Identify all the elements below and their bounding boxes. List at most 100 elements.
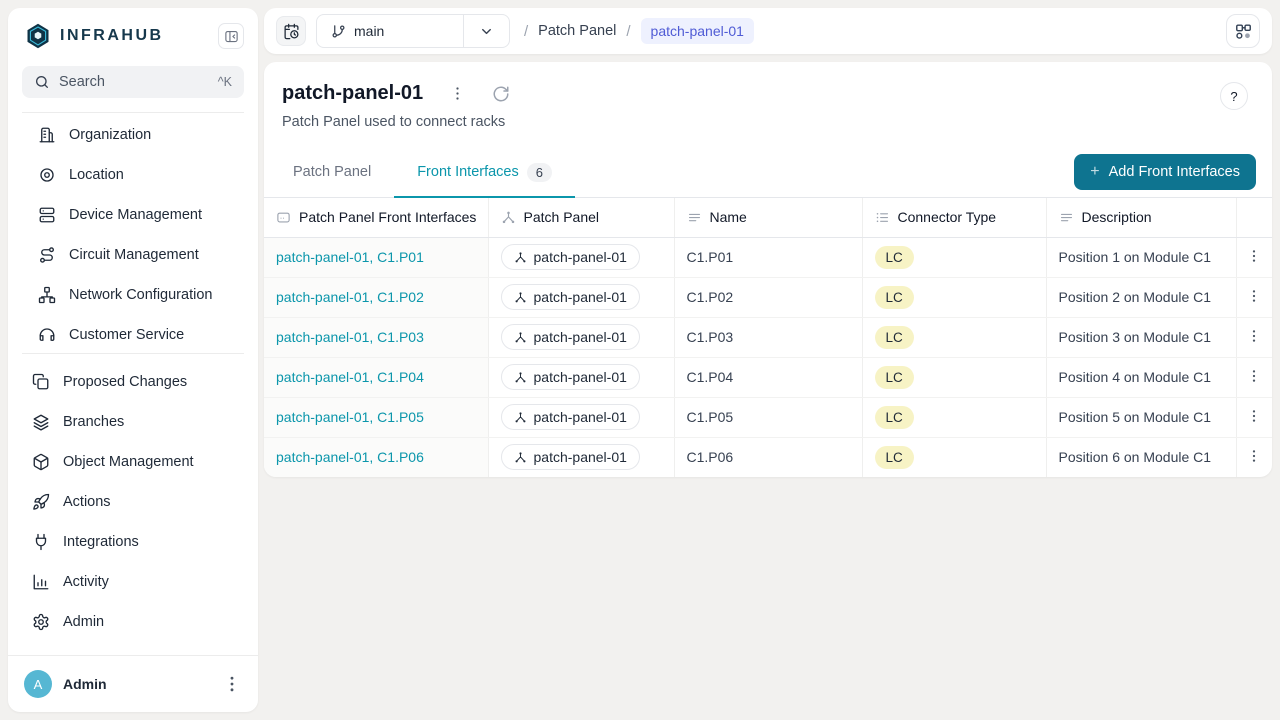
sidebar-item-proposed-changes[interactable]: Proposed Changes — [8, 362, 258, 402]
breadcrumb-section[interactable]: Patch Panel — [538, 23, 616, 39]
sidebar-item-organization[interactable]: Organization — [8, 115, 258, 155]
row-actions-button[interactable] — [1246, 368, 1262, 384]
spacer — [8, 642, 258, 655]
cell-description: Position 3 on Module C1 — [1046, 317, 1236, 357]
cell-connector-type: LC — [862, 397, 1046, 437]
branch-caret — [463, 15, 509, 47]
row-actions-button[interactable] — [1246, 408, 1262, 424]
building-icon — [38, 126, 56, 144]
cell-actions — [1236, 437, 1272, 477]
hierarchy-icon — [514, 251, 527, 264]
cell-display: patch-panel-01, C1.P02 — [264, 277, 488, 317]
connector-type-badge: LC — [875, 326, 914, 349]
patch-panel-chip[interactable]: patch-panel-01 — [501, 364, 640, 390]
sidebar-item-label: Actions — [63, 494, 111, 510]
sidebar-item-object-management[interactable]: Object Management — [8, 442, 258, 482]
sidebar-item-label: Branches — [63, 414, 124, 430]
cell-name: C1.P02 — [674, 277, 862, 317]
sidebar-item-label: Customer Service — [69, 327, 184, 343]
column-label: Description — [1082, 209, 1152, 225]
sidebar-item-label: Circuit Management — [69, 247, 199, 263]
cell-actions — [1236, 357, 1272, 397]
text-icon — [1059, 210, 1074, 225]
sidebar-item-integrations[interactable]: Integrations — [8, 522, 258, 562]
search-input[interactable]: Search ^K — [22, 66, 244, 98]
sidebar: INFRAHUB Search ^K OrganizationLocationD… — [8, 8, 258, 712]
help-button[interactable]: ? — [1220, 82, 1248, 110]
object-header: patch-panel-01 Patch Panel used to conne… — [264, 62, 1272, 148]
row-actions-button[interactable] — [1246, 288, 1262, 304]
sidebar-item-customer-service[interactable]: Customer Service — [8, 315, 258, 353]
sidebar-item-network-configuration[interactable]: Network Configuration — [8, 275, 258, 315]
cell-actions — [1236, 397, 1272, 437]
user-actions-button[interactable] — [222, 674, 242, 694]
sidebar-item-location[interactable]: Location — [8, 155, 258, 195]
patch-panel-chip[interactable]: patch-panel-01 — [501, 404, 640, 430]
cell-name: C1.P06 — [674, 437, 862, 477]
table-row: patch-panel-01, C1.P06 patch-panel-01 C1.P… — [264, 437, 1272, 477]
sidebar-collapse-button[interactable] — [218, 23, 244, 49]
title-actions-button[interactable] — [449, 85, 466, 102]
hierarchy-icon — [514, 291, 527, 304]
patch-panel-chip[interactable]: patch-panel-01 — [501, 324, 640, 350]
refresh-button[interactable] — [492, 85, 510, 103]
sidebar-item-activity[interactable]: Activity — [8, 562, 258, 602]
branch-selector[interactable]: main — [316, 14, 510, 48]
tab-patch-panel[interactable]: Patch Panel — [270, 148, 394, 198]
sidebar-item-label: Location — [69, 167, 124, 183]
hierarchy-icon — [514, 451, 527, 464]
schema-visualizer-button[interactable] — [1226, 14, 1260, 48]
column-header-patch-panel: Patch Panel — [488, 198, 674, 237]
sidebar-item-branches[interactable]: Branches — [8, 402, 258, 442]
cell-patch-panel: patch-panel-01 — [488, 277, 674, 317]
patch-panel-chip[interactable]: patch-panel-01 — [501, 244, 640, 270]
breadcrumb: / Patch Panel / patch-panel-01 — [520, 18, 754, 44]
hierarchy-icon — [501, 210, 516, 225]
connector-type-badge: LC — [875, 406, 914, 429]
cell-patch-panel: patch-panel-01 — [488, 317, 674, 357]
patch-panel-chip[interactable]: patch-panel-01 — [501, 444, 640, 470]
interface-link[interactable]: patch-panel-01, C1.P01 — [276, 249, 424, 265]
text-icon — [687, 210, 702, 225]
sidebar-item-circuit-management[interactable]: Circuit Management — [8, 235, 258, 275]
kebab-icon — [1246, 288, 1262, 304]
sidebar-item-device-management[interactable]: Device Management — [8, 195, 258, 235]
hierarchy-icon — [514, 411, 527, 424]
breadcrumb-item-chip[interactable]: patch-panel-01 — [641, 18, 754, 44]
cell-connector-type: LC — [862, 357, 1046, 397]
cell-description: Position 2 on Module C1 — [1046, 277, 1236, 317]
kebab-icon — [1246, 328, 1262, 344]
server-icon — [38, 206, 56, 224]
breadcrumb-separator: / — [622, 23, 634, 40]
sidebar-item-admin[interactable]: Admin — [8, 602, 258, 642]
time-travel-button[interactable] — [276, 16, 306, 46]
interface-link[interactable]: patch-panel-01, C1.P06 — [276, 449, 424, 465]
patch-panel-chip[interactable]: patch-panel-01 — [501, 284, 640, 310]
cell-connector-type: LC — [862, 277, 1046, 317]
column-label: Patch Panel Front Interfaces — [299, 209, 476, 225]
add-front-interfaces-button[interactable]: + Add Front Interfaces — [1074, 154, 1256, 190]
sidebar-item-actions[interactable]: Actions — [8, 482, 258, 522]
interface-link[interactable]: patch-panel-01, C1.P04 — [276, 369, 424, 385]
row-actions-button[interactable] — [1246, 328, 1262, 344]
interface-link[interactable]: patch-panel-01, C1.P03 — [276, 329, 424, 345]
interface-link[interactable]: patch-panel-01, C1.P02 — [276, 289, 424, 305]
table-row: patch-panel-01, C1.P01patch-panel-01C1.P… — [264, 237, 1272, 277]
cell-patch-panel: patch-panel-01 — [488, 357, 674, 397]
cell-display: patch-panel-01, C1.P01 — [264, 237, 488, 277]
interface-link[interactable]: patch-panel-01, C1.P05 — [276, 409, 424, 425]
row-actions-button[interactable] — [1246, 248, 1262, 264]
locate-icon — [38, 166, 56, 184]
infrahub-logo-icon — [24, 22, 52, 50]
rocket-icon — [32, 493, 50, 511]
hierarchy-icon — [514, 371, 527, 384]
list-icon — [875, 210, 890, 225]
connector-type-badge: LC — [875, 286, 914, 309]
sidebar-item-label: Device Management — [69, 207, 202, 223]
tab-front-interfaces[interactable]: Front Interfaces 6 — [394, 148, 575, 198]
cell-actions — [1236, 317, 1272, 357]
row-actions-button[interactable] — [1246, 448, 1262, 464]
cell-connector-type: LC — [862, 317, 1046, 357]
branch-current: main — [317, 15, 463, 47]
cell-actions — [1236, 277, 1272, 317]
